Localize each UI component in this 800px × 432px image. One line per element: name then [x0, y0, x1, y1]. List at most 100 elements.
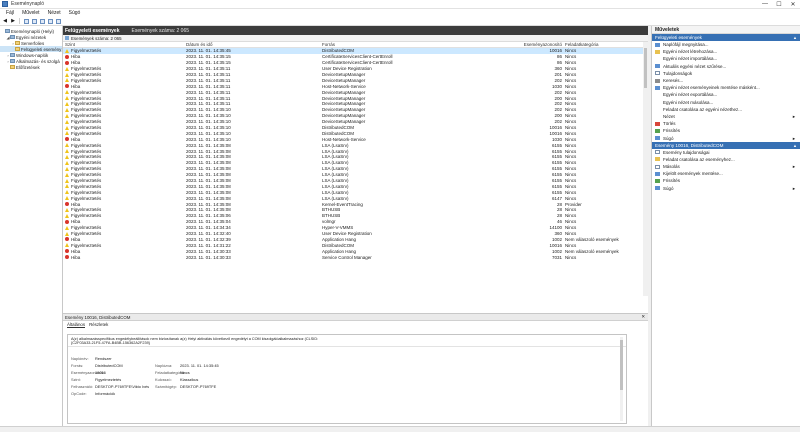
- column-header-date[interactable]: Dátum és idő: [186, 42, 322, 47]
- table-row[interactable]: Hiba 2023. 11. 01. 14:35:15 CertificateSer…: [63, 54, 648, 60]
- action-item[interactable]: Egyéni nézet másolása...: [652, 99, 800, 106]
- action-item[interactable]: Esemény tulajdonságai: [652, 149, 800, 156]
- table-row[interactable]: Figyelmeztetés 2023. 11. 01. 14:35:11 Devi…: [63, 95, 648, 101]
- table-row[interactable]: Figyelmeztetés 2023. 11. 01. 14:35:11 Devi…: [63, 72, 648, 78]
- table-row[interactable]: Figyelmeztetés 2023. 11. 01. 14:35:08 LSA …: [63, 160, 648, 166]
- table-row[interactable]: Figyelmeztetés 2023. 11. 01. 14:35:11 Devi…: [63, 89, 648, 95]
- action-item[interactable]: Feladat csatolása az egyéni nézethez...: [652, 106, 800, 113]
- column-header-level[interactable]: Szint: [63, 42, 186, 47]
- menu-view[interactable]: Nézet: [44, 10, 65, 16]
- detail-scrollbar-thumb[interactable]: [620, 340, 623, 390]
- action-item[interactable]: Naplófájl megnyitása...: [652, 41, 800, 48]
- table-row[interactable]: Hiba 2023. 11. 01. 14:35:10 Host-Network-S…: [63, 136, 648, 142]
- collapse-caret-icon[interactable]: ▲: [793, 35, 797, 40]
- table-row[interactable]: Hiba 2023. 11. 01. 14:35:04 volmgr 46 Nincs: [63, 219, 648, 225]
- minimize-button[interactable]: —: [758, 0, 772, 9]
- table-row[interactable]: Hiba 2023. 11. 01. 14:30:33 Application Ha…: [63, 248, 648, 254]
- properties-icon[interactable]: [47, 18, 53, 24]
- table-row[interactable]: Figyelmeztetés 2023. 11. 01. 14:35:08 LSA …: [63, 183, 648, 189]
- maximize-button[interactable]: ☐: [772, 0, 786, 9]
- table-row[interactable]: Figyelmeztetés 2023. 11. 01. 14:35:10 Devi…: [63, 113, 648, 119]
- table-row[interactable]: Figyelmeztetés 2023. 11. 01. 14:35:08 LSA …: [63, 189, 648, 195]
- tab-general[interactable]: Általános: [67, 322, 86, 328]
- detail-close-icon[interactable]: ✕: [641, 314, 645, 320]
- help-icon[interactable]: [39, 18, 45, 24]
- action-item[interactable]: Egyéni nézet exportálása...: [652, 91, 800, 98]
- table-row[interactable]: Figyelmeztetés 2023. 11. 01. 14:35:06 BTHU…: [63, 213, 648, 219]
- action-pane-icon[interactable]: [55, 18, 61, 24]
- table-row[interactable]: Figyelmeztetés 2023. 11. 01. 14:35:11 User…: [63, 66, 648, 72]
- menu-action[interactable]: Művelet: [18, 10, 44, 16]
- table-row[interactable]: Figyelmeztetés 2023. 11. 01. 14:35:45 Dist…: [63, 48, 648, 54]
- menu-file[interactable]: Fájl: [2, 10, 18, 16]
- action-item[interactable]: Aktuális egyéni nézet szűrése...: [652, 63, 800, 70]
- table-row[interactable]: Hiba 2023. 11. 01. 14:30:33 Service Contro…: [63, 254, 648, 260]
- table-row[interactable]: Figyelmeztetés 2023. 11. 01. 14:35:08 LSA …: [63, 154, 648, 160]
- table-row[interactable]: Figyelmeztetés 2023. 11. 01. 14:35:08 BTHU…: [63, 207, 648, 213]
- tree-item[interactable]: Előfizetések: [0, 64, 62, 70]
- action-item[interactable]: Egyéni nézet eseményeinek mentése máskén…: [652, 84, 800, 91]
- property-value[interactable]: Figyelmeztetés: [95, 377, 155, 382]
- column-header-event-id[interactable]: Eseményazonosító: [490, 42, 565, 47]
- property-value[interactable]: DESKTOP-P769TFE\Vikto Ivés: [95, 384, 155, 389]
- action-item[interactable]: Másolás ►: [652, 163, 800, 170]
- menu-help[interactable]: Súgó: [65, 10, 85, 16]
- column-header-source[interactable]: Forrás: [322, 42, 490, 47]
- table-row[interactable]: Figyelmeztetés 2023. 11. 01. 14:35:08 LSA …: [63, 172, 648, 178]
- property-value[interactable]: Klasszikus: [180, 377, 220, 382]
- table-row[interactable]: Figyelmeztetés 2023. 11. 01. 14:35:10 Devi…: [63, 107, 648, 113]
- action-item[interactable]: Keresés...: [652, 77, 800, 84]
- table-row[interactable]: Hiba 2023. 11. 01. 14:35:11 Host-Network-S…: [63, 83, 648, 89]
- table-row[interactable]: Hiba 2023. 11. 01. 14:32:39 Application Ha…: [63, 237, 648, 243]
- table-row[interactable]: Figyelmeztetés 2023. 11. 01. 14:35:08 LSA …: [63, 178, 648, 184]
- column-header-task-category[interactable]: Feladatkategória: [565, 42, 635, 47]
- property-value[interactable]: Rendszer: [95, 356, 155, 361]
- action-item[interactable]: Tulajdonságok: [652, 70, 800, 77]
- action-item[interactable]: Súgó ►: [652, 185, 800, 192]
- table-row[interactable]: Figyelmeztetés 2023. 11. 01. 14:34:34 Hype…: [63, 225, 648, 231]
- action-item[interactable]: Nézet ►: [652, 113, 800, 120]
- close-button[interactable]: ✕: [786, 0, 800, 9]
- table-row[interactable]: Figyelmeztetés 2023. 11. 01. 14:35:08 LSA …: [63, 148, 648, 154]
- event-description[interactable]: A(z) alkalmazásspecifikus engedélybeállí…: [68, 335, 626, 347]
- table-row[interactable]: Figyelmeztetés 2023. 11. 01. 14:35:08 LSA …: [63, 195, 648, 201]
- property-value[interactable]: Nincs: [180, 370, 220, 375]
- action-item[interactable]: Törlés: [652, 120, 800, 127]
- table-row[interactable]: Figyelmeztetés 2023. 11. 01. 14:35:10 Devi…: [63, 119, 648, 125]
- actions-section-view[interactable]: Felügyeleti események ▲: [652, 34, 800, 41]
- table-row[interactable]: Figyelmeztetés 2023. 11. 01. 14:35:08 LSA …: [63, 142, 648, 148]
- table-row[interactable]: Figyelmeztetés 2023. 11. 01. 14:31:22 Dist…: [63, 242, 648, 248]
- collapse-caret-icon[interactable]: ▲: [793, 143, 797, 148]
- forward-arrow-icon[interactable]: ▶: [10, 18, 16, 24]
- property-value[interactable]: Információk: [95, 391, 155, 396]
- table-row[interactable]: Figyelmeztetés 2023. 11. 01. 14:35:10 Dist…: [63, 125, 648, 131]
- actions-section-event[interactable]: Esemény 10016, DistributedCOM ▲: [652, 141, 800, 149]
- back-arrow-icon[interactable]: ◀: [2, 18, 8, 24]
- property-value[interactable]: DistributedCOM: [95, 363, 155, 368]
- show-tree-icon[interactable]: [31, 18, 37, 24]
- table-row[interactable]: Figyelmeztetés 2023. 11. 01. 14:35:11 Devi…: [63, 101, 648, 107]
- detail-scrollbar[interactable]: [620, 337, 623, 421]
- table-row[interactable]: Figyelmeztetés 2023. 11. 01. 14:35:10 Dist…: [63, 130, 648, 136]
- events-scrollbar[interactable]: [643, 42, 648, 296]
- action-item[interactable]: Kijelölt események mentése...: [652, 170, 800, 177]
- tree-item[interactable]: › Alkalmazás- és szolgá: [0, 58, 62, 64]
- action-item[interactable]: Egyéni nézet importálása...: [652, 55, 800, 62]
- property-value[interactable]: DESKTOP-P769TFE: [180, 384, 220, 389]
- action-item[interactable]: Súgó ►: [652, 134, 800, 141]
- error-icon: [65, 84, 69, 89]
- tab-details[interactable]: Részletek: [89, 322, 108, 327]
- up-folder-icon[interactable]: [23, 18, 29, 24]
- table-row[interactable]: Figyelmeztetés 2023. 11. 01. 14:35:08 LSA …: [63, 166, 648, 172]
- table-row[interactable]: Hiba 2023. 11. 01. 14:35:15 CertificateSer…: [63, 60, 648, 66]
- action-item[interactable]: Frissítés: [652, 127, 800, 134]
- table-row[interactable]: Hiba 2023. 11. 01. 14:35:08 Kernel-EventTr…: [63, 201, 648, 207]
- table-row[interactable]: Figyelmeztetés 2023. 11. 01. 14:35:11 Devi…: [63, 77, 648, 83]
- property-value[interactable]: 10016: [95, 370, 155, 375]
- action-item[interactable]: Feladat csatolása az eseményhez...: [652, 156, 800, 163]
- action-item[interactable]: Egyéni nézet létrehozása...: [652, 48, 800, 55]
- table-row[interactable]: Figyelmeztetés 2023. 11. 01. 14:32:40 User…: [63, 231, 648, 237]
- action-item[interactable]: Frissítés: [652, 177, 800, 184]
- scrollbar-thumb[interactable]: [644, 48, 647, 88]
- property-value[interactable]: 2023. 11. 01. 14:35:45: [180, 363, 220, 368]
